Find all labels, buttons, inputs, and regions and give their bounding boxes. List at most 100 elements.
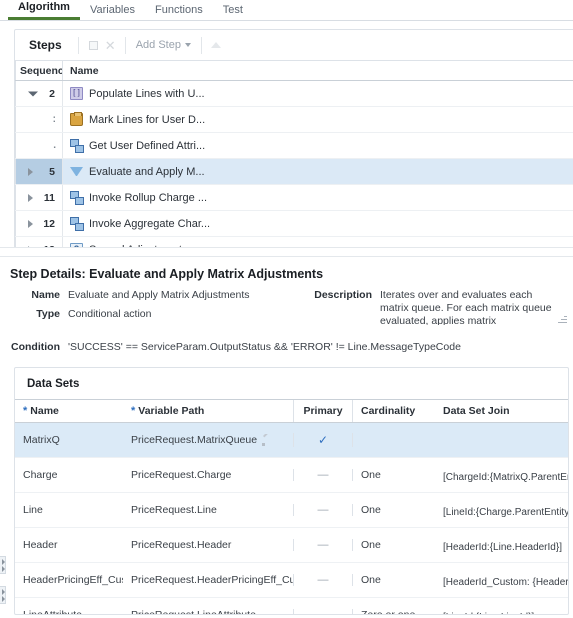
column-header-name[interactable]: Name	[63, 61, 573, 80]
step-sequence-cell[interactable]: :	[15, 107, 63, 132]
add-step-button[interactable]: Add Step	[132, 39, 195, 51]
cell-variable-path[interactable]: PriceRequest.Line	[123, 504, 293, 516]
caret-right-icon[interactable]	[28, 167, 33, 176]
step-name-cell[interactable]: Invoke Aggregate Char...	[63, 211, 573, 236]
step-sequence-cell[interactable]: .	[15, 133, 63, 158]
cell-variable-path[interactable]: PriceRequest.Header	[123, 539, 293, 551]
description-text: Iterates over and evaluates each matrix …	[380, 289, 552, 325]
step-name-label: Get User Defined Attri...	[89, 139, 206, 152]
pane-splitter[interactable]	[0, 247, 573, 257]
table-row-selected[interactable]: 5 Evaluate and Apply M...	[15, 159, 573, 185]
column-header-primary[interactable]: Primary	[293, 400, 353, 422]
cell-variable-path[interactable]: PriceRequest.Charge	[123, 469, 293, 481]
chevron-down-icon	[184, 43, 191, 47]
delete-x-icon[interactable]: ✕	[102, 37, 119, 54]
step-sequence-value: :	[52, 114, 57, 125]
table-row[interactable]: 13 Spread Adjustments	[15, 237, 573, 247]
stop-square-icon[interactable]	[85, 37, 102, 54]
funnel-icon	[70, 167, 83, 176]
step-sequence-value: 5	[49, 165, 55, 178]
cell-data-set-join: [LineId:{Charge.ParentEntityId}]	[443, 507, 568, 518]
left-splitter-handle-upper[interactable]	[0, 556, 6, 574]
table-row[interactable]: Header PriceRequest.Header — One [Header…	[15, 528, 568, 563]
step-name-cell[interactable]: Spread Adjustments	[63, 237, 573, 247]
name-value: Evaluate and Apply Matrix Adjustments	[68, 289, 250, 301]
cell-primary: —	[293, 504, 353, 516]
table-row[interactable]: 2 Populate Lines with U...	[15, 81, 573, 107]
column-header-name[interactable]: * Name	[15, 400, 123, 422]
step-sequence-cell[interactable]: 12	[15, 211, 63, 236]
step-name-cell[interactable]: Evaluate and Apply M...	[63, 159, 573, 184]
table-row[interactable]: Charge PriceRequest.Charge — One [Charge…	[15, 458, 568, 493]
step-name-cell[interactable]: Mark Lines for User D...	[63, 107, 573, 132]
dash-icon: —	[317, 574, 329, 586]
caret-right-icon[interactable]	[28, 219, 33, 228]
step-name-cell[interactable]: Get User Defined Attri...	[63, 133, 573, 158]
table-row[interactable]: : Mark Lines for User D...	[15, 107, 573, 133]
cell-data-set-join: [ChargeId:{MatrixQ.ParentEntityId}]	[443, 472, 568, 483]
tab-test[interactable]: Test	[213, 4, 253, 20]
steps-toolbar: Steps ✕ Add Step	[15, 30, 573, 60]
description-label: Description	[314, 289, 372, 301]
toolbar-divider-2	[124, 36, 126, 54]
nodes-icon	[70, 191, 84, 205]
cell-name: Header	[23, 539, 58, 551]
tab-functions[interactable]: Functions	[145, 4, 213, 20]
cell-primary: —	[293, 469, 353, 481]
step-name-label: Evaluate and Apply M...	[89, 165, 205, 178]
caret-up-icon[interactable]	[208, 37, 225, 54]
table-row[interactable]: . Get User Defined Attri...	[15, 133, 573, 159]
step-details-pane: Step Details: Evaluate and Apply Matrix …	[0, 257, 573, 353]
step-sequence-cell[interactable]: 11	[15, 185, 63, 210]
column-header-data-set-join[interactable]: Data Set Join	[435, 400, 568, 422]
table-row[interactable]: HeaderPricingEff_Custom PriceRequest.Hea…	[15, 563, 568, 598]
table-row[interactable]: 12 Invoke Aggregate Char...	[15, 211, 573, 237]
data-sets-card: Data Sets * Name * Variable Path Primary…	[14, 367, 569, 615]
tab-algorithm[interactable]: Algorithm	[8, 1, 80, 20]
steps-grid-body: 2 Populate Lines with U... : Mark Lines …	[15, 81, 573, 247]
steps-pane: Steps ✕ Add Step Sequenc Name 2 [] Popu…	[0, 21, 573, 247]
column-header-variable-path[interactable]: * Variable Path	[123, 400, 293, 422]
step-sequence-cell[interactable]: 5	[15, 159, 63, 184]
step-sequence-cell[interactable]: 13	[15, 237, 63, 247]
step-name-cell[interactable]: Populate Lines with U...	[63, 81, 573, 106]
cell-variable-path[interactable]: PriceRequest.MatrixQueue	[123, 434, 293, 446]
column-header-variable-path-label: Variable Path	[138, 405, 205, 417]
caret-down-icon[interactable]	[28, 91, 38, 96]
left-splitter-handle-lower[interactable]	[0, 586, 6, 604]
dash-icon: —	[317, 469, 329, 481]
step-details-left-column: Name Evaluate and Apply Matrix Adjustmen…	[0, 289, 300, 331]
cell-variable-path[interactable]: PriceRequest.HeaderPricingEff_Custom	[123, 574, 293, 586]
cell-variable-path[interactable]: PriceRequest.LineAttribute	[123, 609, 293, 614]
cell-data-set-join: [HeaderId:{Line.HeaderId}]	[443, 542, 562, 553]
toolbar-divider-1	[77, 36, 79, 54]
table-row-selected[interactable]: MatrixQ PriceRequest.MatrixQueue ✓	[15, 423, 568, 458]
table-row[interactable]: 11 Invoke Rollup Charge ...	[15, 185, 573, 211]
edit-pencil-icon[interactable]	[262, 435, 273, 446]
step-details-grid: Name Evaluate and Apply Matrix Adjustmen…	[0, 289, 573, 331]
dash-icon: —	[317, 609, 329, 615]
tab-variables[interactable]: Variables	[80, 4, 145, 20]
cell-cardinality: One	[361, 504, 381, 516]
cell-primary: ✓	[293, 433, 353, 447]
data-sets-body: MatrixQ PriceRequest.MatrixQueue ✓ Charg…	[15, 423, 568, 615]
table-row[interactable]: Line PriceRequest.Line — One [LineId:{Ch…	[15, 493, 568, 528]
condition-label: Condition	[11, 341, 60, 353]
table-row[interactable]: LineAttribute PriceRequest.LineAttribute…	[15, 598, 568, 615]
step-sequence-value: .	[53, 140, 56, 151]
field-condition: Condition 'SUCCESS' == ServiceParam.Outp…	[0, 331, 573, 353]
cell-cardinality: Zero or one	[361, 609, 416, 615]
column-header-sequence[interactable]: Sequenc	[15, 61, 63, 80]
case-icon	[70, 112, 83, 126]
type-label: Type	[36, 308, 60, 320]
step-sequence-cell[interactable]: 2	[15, 81, 63, 106]
resize-grip-icon[interactable]	[557, 314, 567, 324]
steps-grid-header: Sequenc Name	[15, 60, 573, 81]
cell-cardinality: One	[361, 574, 381, 586]
steps-card: Steps ✕ Add Step Sequenc Name 2 [] Popu…	[14, 29, 573, 247]
cell-primary: —	[293, 609, 353, 615]
column-header-cardinality[interactable]: Cardinality	[353, 400, 435, 422]
caret-right-icon[interactable]	[28, 193, 33, 202]
step-name-cell[interactable]: Invoke Rollup Charge ...	[63, 185, 573, 210]
step-name-label: Invoke Rollup Charge ...	[89, 191, 208, 204]
